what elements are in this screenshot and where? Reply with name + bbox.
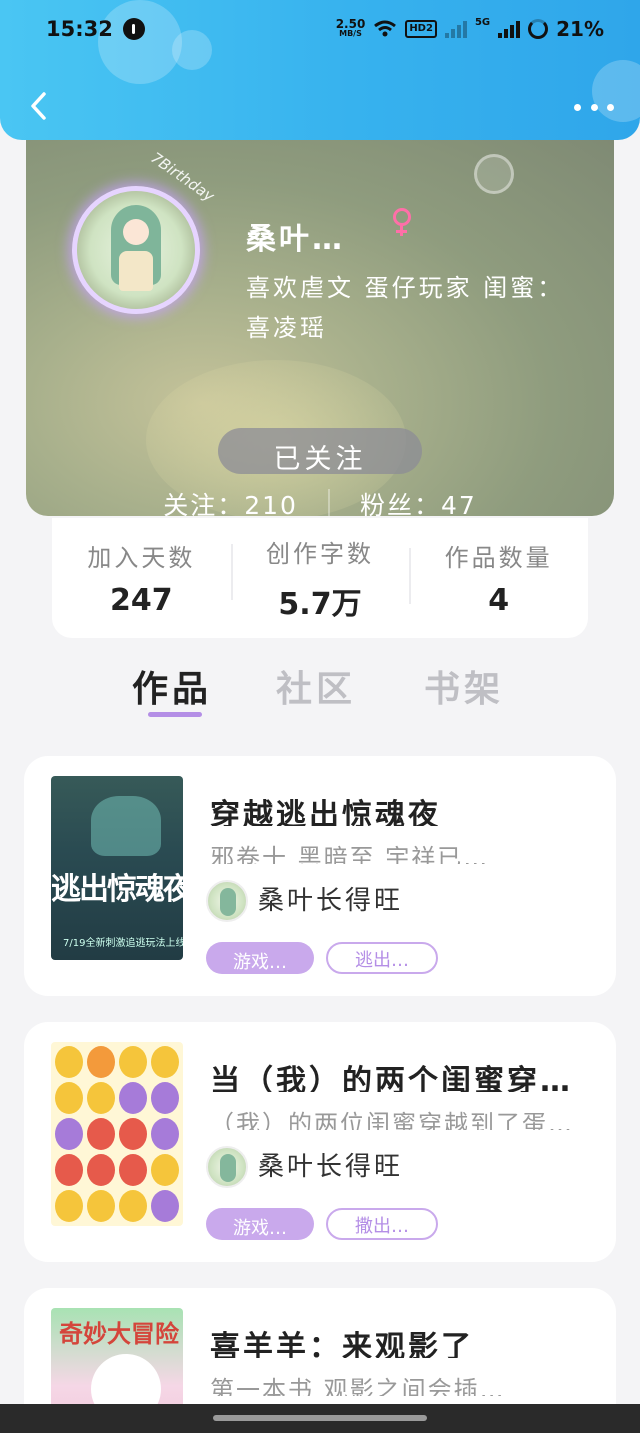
author-name: 桑叶长得旺 bbox=[258, 1152, 404, 1182]
cover-figure bbox=[91, 796, 161, 856]
tag-chip[interactable]: 逃出… bbox=[326, 942, 438, 974]
stat-label: 加入天数 bbox=[87, 544, 196, 572]
more-options-button[interactable] bbox=[574, 92, 614, 122]
work-card[interactable]: 当（我）的两个闺蜜穿… （我）的两位闺蜜穿越到了蛋… 桑叶长得旺 游戏… 撒出… bbox=[24, 1022, 616, 1262]
signal-icon bbox=[444, 20, 467, 38]
divider bbox=[327, 489, 330, 516]
stats-panel: 加入天数 247 创作字数 5.7万 作品数量 4 bbox=[52, 518, 588, 638]
profile-bio: 喜欢虐文 蛋仔玩家 闺蜜：喜凌瑶 bbox=[246, 274, 565, 342]
following-button[interactable]: 已关注 bbox=[218, 428, 422, 475]
profile-avatar[interactable] bbox=[72, 186, 200, 314]
follow-counts: 关注：210 粉丝：47 bbox=[26, 484, 614, 516]
tab-bookshelf[interactable]: 书架 bbox=[424, 660, 504, 712]
female-icon bbox=[392, 208, 412, 236]
tab-bar: 作品 社区 书架 bbox=[0, 660, 640, 724]
avatar-figure bbox=[101, 205, 171, 295]
author-name: 桑叶长得旺 bbox=[258, 886, 404, 916]
author-avatar bbox=[206, 1146, 248, 1188]
work-description: 邪卷十 黑暗至 宇祥已… bbox=[210, 844, 490, 864]
status-time: 15:32 bbox=[46, 17, 113, 41]
stat-value: 247 bbox=[110, 583, 173, 618]
author-avatar bbox=[206, 880, 248, 922]
tag-chip[interactable]: 撒出… bbox=[326, 1208, 438, 1240]
home-handle[interactable] bbox=[213, 1415, 427, 1421]
stat-value: 5.7万 bbox=[278, 586, 362, 622]
tag-chip[interactable]: 游戏… bbox=[206, 1208, 314, 1240]
stat-join-days: 加入天数 247 bbox=[52, 538, 231, 618]
work-description: 第一本书 观影之间会插… bbox=[210, 1376, 506, 1396]
more-dot-icon bbox=[590, 103, 598, 111]
active-tab-indicator bbox=[148, 712, 202, 717]
profile-card: 7Birthday 桑叶… 喜欢虐文 蛋仔玩家 闺蜜：喜凌瑶 已关注 关注：21… bbox=[26, 140, 614, 516]
work-title: 当（我）的两个闺蜜穿… bbox=[210, 1064, 573, 1092]
back-button[interactable] bbox=[20, 86, 56, 126]
hd-badge: HD2 bbox=[405, 20, 437, 38]
work-card[interactable]: 逃出惊魂夜 7/19全新刺激追逃玩法上线 穿越逃出惊魂夜 邪卷十 黑暗至 宇祥已… bbox=[24, 756, 616, 996]
work-title: 穿越逃出惊魂夜 bbox=[210, 798, 441, 826]
tab-community[interactable]: 社区 bbox=[276, 660, 356, 712]
net-speed-unit: MB/S bbox=[339, 29, 362, 38]
top-header: 15:32 2.50 MB/S HD2 5G 21% bbox=[0, 0, 640, 140]
wifi-icon bbox=[374, 20, 397, 37]
signal-5g-icon bbox=[498, 20, 521, 38]
book-cover bbox=[51, 1042, 183, 1226]
work-description: （我）的两位闺蜜穿越到了蛋… bbox=[210, 1110, 574, 1130]
net-speed: 2.50 MB/S bbox=[335, 17, 366, 39]
tag-chip[interactable]: 游戏… bbox=[206, 942, 314, 974]
system-nav-bar bbox=[0, 1404, 640, 1433]
tab-works[interactable]: 作品 bbox=[132, 660, 212, 712]
status-indicators: 2.50 MB/S HD2 5G 21% bbox=[336, 17, 604, 41]
stat-value: 4 bbox=[488, 583, 510, 618]
book-cover: 逃出惊魂夜 7/19全新刺激追逃玩法上线 bbox=[51, 776, 183, 960]
chevron-left-icon bbox=[31, 92, 46, 120]
stat-label: 创作字数 bbox=[266, 539, 374, 568]
more-dot-icon bbox=[607, 103, 614, 111]
net-type: 5G bbox=[474, 17, 491, 28]
cover-title: 奇妙大冒险 bbox=[59, 1320, 179, 1348]
notification-dot-icon bbox=[122, 18, 145, 40]
stat-works-count: 作品数量 4 bbox=[409, 538, 588, 618]
fans-count[interactable]: 粉丝：47 bbox=[360, 486, 477, 516]
net-speed-value: 2.50 bbox=[335, 17, 366, 31]
battery-icon bbox=[528, 19, 549, 39]
more-dot-icon bbox=[574, 103, 581, 111]
stat-label: 作品数量 bbox=[444, 544, 553, 572]
battery-level: 21% bbox=[556, 17, 604, 41]
work-title: 喜羊羊：来观影了 bbox=[210, 1330, 474, 1358]
stat-word-count: 创作字数 5.7万 bbox=[230, 534, 410, 623]
profile-name: 桑叶… bbox=[246, 222, 345, 257]
cover-title: 逃出惊魂夜 bbox=[51, 872, 183, 907]
decor-glow bbox=[474, 154, 514, 194]
cover-subtitle: 7/19全新刺激追逃玩法上线 bbox=[63, 938, 183, 949]
following-count[interactable]: 关注：210 bbox=[163, 486, 298, 516]
status-bar: 15:32 2.50 MB/S HD2 5G 21% bbox=[0, 0, 640, 58]
